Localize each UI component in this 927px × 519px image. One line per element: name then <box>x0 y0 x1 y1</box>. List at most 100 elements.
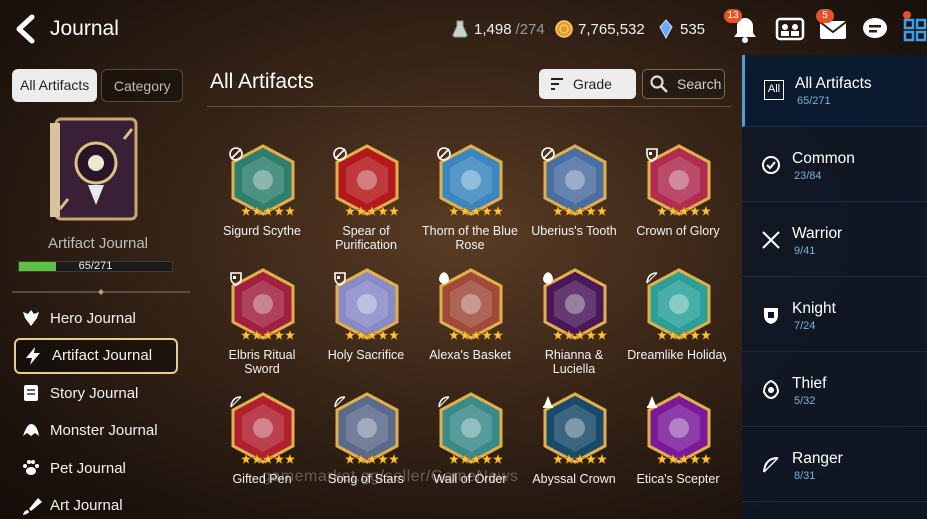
star-icon <box>482 330 492 340</box>
star-rating <box>657 206 711 216</box>
star-rating <box>657 454 711 464</box>
nav-label: Artifact Journal <box>52 347 153 364</box>
warrior-icon <box>762 231 780 249</box>
top-bar: Journal 1,498/274 7,765,532 535 13 5 <box>0 0 927 58</box>
artifact-card[interactable]: Abyssal Crown <box>522 388 626 512</box>
all-icon: All <box>764 80 784 100</box>
friends-button[interactable] <box>773 13 807 45</box>
menu-button[interactable] <box>900 11 927 45</box>
tab-all-artifacts[interactable]: All Artifacts <box>12 69 98 102</box>
grade-sort-button[interactable]: Grade <box>539 69 636 99</box>
stamina-resource[interactable]: 1,498/274 <box>450 19 545 39</box>
star-icon <box>367 330 377 340</box>
star-icon <box>471 330 481 340</box>
chat-button[interactable] <box>858 13 892 45</box>
nav-monster-journal[interactable]: Monster Journal <box>14 413 178 449</box>
category-count: 5/32 <box>794 395 816 407</box>
category-name: Knight <box>792 300 836 317</box>
nav-artifact-journal[interactable]: Artifact Journal <box>14 337 178 374</box>
search-button[interactable]: Search <box>642 69 725 99</box>
star-icon <box>356 454 366 464</box>
star-icon <box>553 330 563 340</box>
gold-resource[interactable]: 7,765,532 <box>554 19 645 39</box>
sort-icon <box>551 78 563 90</box>
ranger-icon <box>438 396 450 408</box>
skystone-resource[interactable]: 535 <box>656 19 705 39</box>
star-icon <box>241 330 251 340</box>
search-label: Search <box>677 76 722 92</box>
artifact-card[interactable]: Holy Sacrifice <box>314 264 418 388</box>
category-thief[interactable]: Thief 5/32 <box>742 355 927 427</box>
notification-badge: 13 <box>724 9 742 23</box>
nav-pet-journal[interactable]: Pet Journal <box>14 450 178 486</box>
artifact-card[interactable]: Sigurd Scythe <box>210 140 314 264</box>
artifact-card[interactable]: Elbris Ritual Sword <box>210 264 314 388</box>
star-icon <box>241 206 251 216</box>
mail-button[interactable]: 5 <box>816 9 850 45</box>
star-icon <box>263 206 273 216</box>
category-ranger[interactable]: Ranger 8/31 <box>742 430 927 502</box>
star-icon <box>597 454 607 464</box>
star-rating <box>449 330 503 340</box>
mage-icon <box>647 396 657 408</box>
nav-art-journal[interactable]: Art Journal <box>14 488 178 519</box>
artifact-card[interactable]: Uberius's Tooth <box>522 140 626 264</box>
artifact-card[interactable]: Spear of Purification <box>314 140 418 264</box>
star-icon <box>564 454 574 464</box>
stamina-max: /274 <box>515 20 545 38</box>
category-common[interactable]: Common 23/84 <box>742 130 927 202</box>
tab-category[interactable]: Category <box>101 69 184 102</box>
category-knight[interactable]: Knight 7/24 <box>742 280 927 352</box>
artifact-name: Alexa's Basket <box>429 348 511 362</box>
artifact-card[interactable]: Etica's Scepter <box>626 388 726 512</box>
artifact-card[interactable]: Crown of Glory <box>626 140 726 264</box>
artifact-card[interactable]: Dreamlike Holiday <box>626 264 726 388</box>
star-icon <box>668 330 678 340</box>
gold-value: 7,765,532 <box>578 20 645 38</box>
knight-icon <box>764 308 778 324</box>
artifact-card[interactable]: Wall of Order <box>418 388 522 512</box>
menu-alert-dot <box>903 11 911 19</box>
star-icon <box>471 454 481 464</box>
star-icon <box>690 206 700 216</box>
artifact-card[interactable]: Thorn of the Blue Rose <box>418 140 522 264</box>
paw-icon <box>23 460 39 475</box>
nav-label: Art Journal <box>50 497 123 514</box>
mail-badge: 5 <box>816 9 834 23</box>
hero-icon <box>23 310 39 326</box>
star-icon <box>553 454 563 464</box>
artifact-card[interactable]: Rhianna & Luciella <box>522 264 626 388</box>
star-icon <box>679 454 689 464</box>
nav-hero-journal[interactable]: Hero Journal <box>14 300 178 336</box>
warrior-icon <box>437 147 451 161</box>
skystone-gem-icon <box>659 19 673 39</box>
notification-button[interactable]: 13 <box>724 9 762 45</box>
nav-story-journal[interactable]: Story Journal <box>14 375 178 411</box>
artifact-journal-label: Artifact Journal <box>47 235 149 252</box>
grade-label: Grade <box>573 76 612 92</box>
artifact-card[interactable]: Alexa's Basket <box>418 264 522 388</box>
category-all[interactable]: All All Artifacts 65/271 <box>742 55 927 127</box>
star-icon <box>460 330 470 340</box>
back-arrow-icon[interactable] <box>12 14 40 44</box>
star-icon <box>690 330 700 340</box>
ornamental-divider <box>12 289 190 295</box>
star-icon <box>657 454 667 464</box>
chat-icon <box>863 18 887 38</box>
artifact-card[interactable]: Song of Stars <box>314 388 418 512</box>
star-icon <box>493 206 503 216</box>
artifact-grid: Sigurd Scythe Spear of Purification Thorn … <box>206 140 726 519</box>
star-icon <box>356 206 366 216</box>
artifact-card[interactable]: Gifted Pen <box>210 388 314 512</box>
category-warrior[interactable]: Warrior 9/41 <box>742 205 927 277</box>
star-icon <box>378 330 388 340</box>
thief-icon <box>762 379 780 400</box>
artifact-name: Uberius's Tooth <box>531 224 617 238</box>
artifact-name: Etica's Scepter <box>636 472 720 486</box>
star-icon <box>668 206 678 216</box>
star-rating <box>553 330 607 340</box>
artifact-name: Dreamlike Holiday <box>627 348 726 362</box>
nav-label: Monster Journal <box>50 422 158 439</box>
star-icon <box>378 206 388 216</box>
knight-icon <box>334 272 346 286</box>
